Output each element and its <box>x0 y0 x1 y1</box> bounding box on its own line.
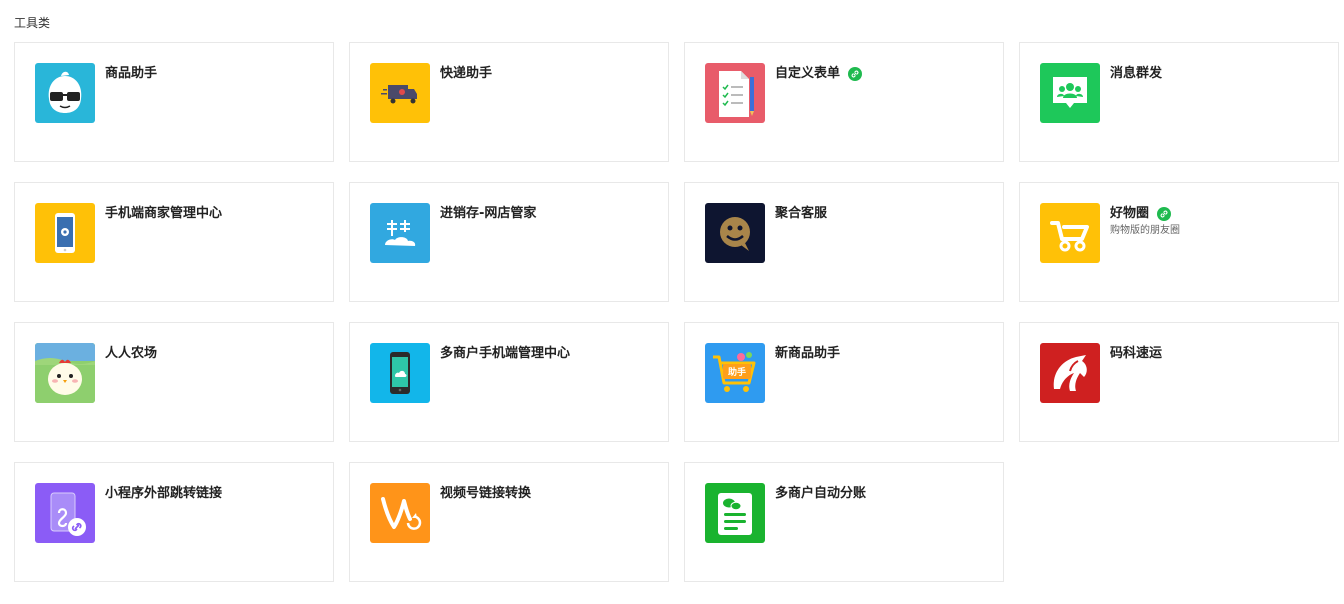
tool-card-video-channel-link[interactable]: 视频号链接转换 <box>349 462 669 582</box>
tool-card-auto-split[interactable]: 多商户自动分账 <box>684 462 1004 582</box>
tool-title: 商品助手 <box>105 66 158 81</box>
miniprogram-link-icon <box>35 483 95 543</box>
tool-title: 小程序外部跳转链接 <box>105 486 223 501</box>
phone-cloud-icon <box>370 343 430 403</box>
tool-title: 好物圈 <box>1110 206 1150 221</box>
tool-card-broadcast[interactable]: 消息群发 <box>1019 42 1339 162</box>
tool-title: 手机端商家管理中心 <box>105 206 223 221</box>
tool-card-new-product-helper[interactable]: 助手 新商品助手 <box>684 322 1004 442</box>
video-channel-icon <box>370 483 430 543</box>
tool-card-inventory[interactable]: 进销存-网店管家 <box>349 182 669 302</box>
tool-card-service[interactable]: 聚合客服 <box>684 182 1004 302</box>
tool-title: 视频号链接转换 <box>440 486 532 501</box>
tool-card-multi-merchant-mobile-center[interactable]: 多商户手机端管理中心 <box>349 322 669 442</box>
tool-title: 聚合客服 <box>775 206 828 221</box>
tool-subtitle: 购物版的朋友圈 <box>1110 225 1180 236</box>
horse-logo-icon <box>1040 343 1100 403</box>
group-message-icon <box>1040 63 1100 123</box>
tool-title: 多商户自动分账 <box>775 486 867 501</box>
tool-card-custom-form[interactable]: 自定义表单 <box>684 42 1004 162</box>
tool-title: 自定义表单 <box>775 66 841 81</box>
tool-title: 快递助手 <box>440 66 493 81</box>
tool-title: 消息群发 <box>1110 66 1163 81</box>
tool-title: 人人农场 <box>105 346 158 361</box>
shopping-cart-helper-icon: 助手 <box>705 343 765 403</box>
tool-title: 多商户手机端管理中心 <box>440 346 571 361</box>
service-face-icon <box>705 203 765 263</box>
glasses-mascot-icon <box>35 63 95 123</box>
tool-card-farm[interactable]: 人人农场 <box>14 322 334 442</box>
section-title: 工具类 <box>14 16 51 30</box>
link-icon <box>1157 207 1172 221</box>
truck-icon <box>370 63 430 123</box>
wechat-bill-icon <box>705 483 765 543</box>
phone-gear-icon <box>35 203 95 263</box>
tool-card-maike-express[interactable]: 码科速运 <box>1019 322 1339 442</box>
chicken-icon <box>35 343 95 403</box>
tool-grid: 商品助手 快递助手 自定义表单 消息群发 手机端商家管理中心 进销存-网店管家 … <box>14 42 1339 582</box>
tool-title: 新商品助手 <box>775 346 841 361</box>
tool-card-miniprogram-link[interactable]: 小程序外部跳转链接 <box>14 462 334 582</box>
link-icon <box>848 67 863 81</box>
form-checklist-icon <box>705 63 765 123</box>
tool-card-good-circle[interactable]: 好物圈 购物版的朋友圈 <box>1019 182 1339 302</box>
cart-icon <box>1040 203 1100 263</box>
cart-label: 助手 <box>728 366 746 378</box>
tool-title: 码科速运 <box>1110 346 1163 361</box>
tool-card-product-helper[interactable]: 商品助手 <box>14 42 334 162</box>
tool-card-express-helper[interactable]: 快递助手 <box>349 42 669 162</box>
tool-title: 进销存-网店管家 <box>440 206 537 221</box>
inventory-icon <box>370 203 430 263</box>
tool-card-mobile-merchant-center[interactable]: 手机端商家管理中心 <box>14 182 334 302</box>
